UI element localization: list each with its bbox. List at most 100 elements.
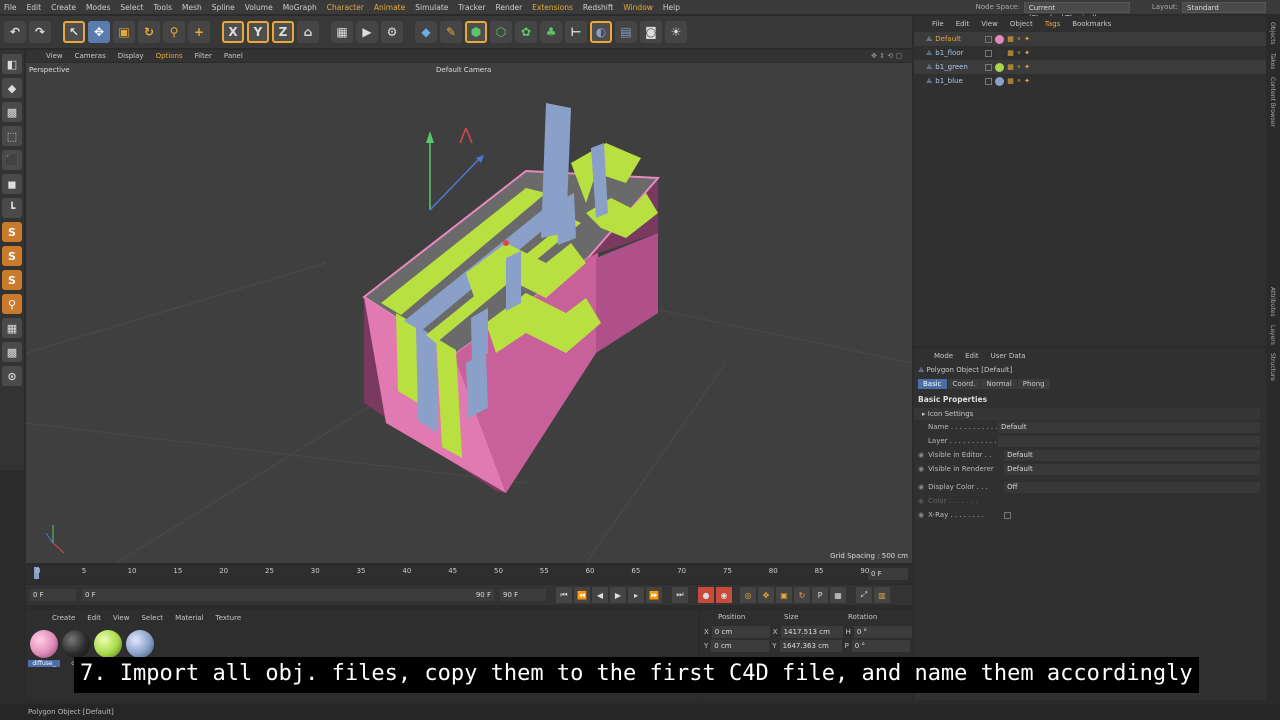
scale-tool-icon[interactable]: ▣ — [113, 21, 135, 43]
viewport-menu-options[interactable]: Options — [156, 52, 183, 60]
name-field[interactable]: Default — [998, 421, 1260, 433]
magnet-icon[interactable]: ⚲ — [2, 294, 22, 314]
obj-menu-view[interactable]: View — [981, 20, 998, 32]
tab-basic[interactable]: Basic — [918, 379, 947, 389]
mat-menu-view[interactable]: View — [113, 614, 130, 626]
object-row[interactable]: ⟁ b1_blue ▦ ⚬ ✦ — [914, 74, 1266, 88]
visibility-check[interactable] — [985, 77, 993, 85]
key-param-icon[interactable]: P — [812, 587, 828, 603]
menu-character[interactable]: Character — [327, 3, 364, 12]
visibility-check[interactable] — [985, 35, 993, 43]
field-icon[interactable]: ◐ — [590, 21, 612, 43]
node-space-dropdown[interactable]: Current (Standard/Physical) — [1023, 1, 1130, 22]
visible-renderer-dropdown[interactable]: Default — [1004, 463, 1260, 475]
menu-modes[interactable]: Modes — [86, 3, 110, 12]
selection-tool-icon[interactable]: ↖ — [63, 21, 85, 43]
key-pla-icon[interactable]: ▦ — [830, 587, 846, 603]
z-axis-button[interactable]: Z — [272, 21, 294, 43]
cube-icon[interactable]: ◆ — [415, 21, 437, 43]
menu-help[interactable]: Help — [663, 3, 680, 12]
menu-tracker[interactable]: Tracker — [458, 3, 485, 12]
object-row[interactable]: ⟁ Default ▦ ⚬ ✦ — [914, 32, 1266, 46]
snap-icon[interactable]: S — [2, 222, 22, 242]
xray-checkbox[interactable] — [1004, 511, 1012, 519]
rotation-p-field[interactable]: 0 ° — [851, 640, 910, 652]
camera-icon[interactable]: ◙ — [640, 21, 662, 43]
interpolation-icon[interactable]: ⤢ — [856, 587, 872, 603]
grid-icon[interactable]: ▦ — [2, 318, 22, 338]
current-frame-field[interactable]: 0 F — [868, 568, 908, 580]
size-x-field[interactable]: 1417.513 cm — [780, 626, 843, 638]
floor-icon[interactable]: ▤ — [615, 21, 637, 43]
deformer-icon[interactable]: ⊢ — [565, 21, 587, 43]
prev-key-icon[interactable]: ⏪ — [574, 587, 590, 603]
menu-select[interactable]: Select — [120, 3, 143, 12]
object-row[interactable]: ⟁ b1_green ▦ ⚬ ✦ — [914, 60, 1266, 74]
lock-icon[interactable]: ▩ — [2, 342, 22, 362]
workplane-icon[interactable]: S — [2, 270, 22, 290]
viewport-nav-icon[interactable]: ✥ ⇕ ⟲ ▢ — [871, 52, 902, 60]
key-position-icon[interactable]: ✥ — [758, 587, 774, 603]
side-tab-objects[interactable]: Objects — [1266, 16, 1278, 45]
frame-range-slider[interactable]: 0 F 90 F — [82, 589, 494, 601]
obj-menu-bookmarks[interactable]: Bookmarks — [1072, 20, 1111, 32]
key-rotation-icon[interactable]: ↻ — [794, 587, 810, 603]
prev-frame-icon[interactable]: ◀ — [592, 587, 608, 603]
size-y-field[interactable]: 1647.363 cm — [779, 640, 842, 652]
material-tag-icon[interactable] — [995, 34, 1005, 44]
object-row[interactable]: ⟁ b1_floor ▦ ⚬ ✦ — [914, 46, 1266, 60]
menu-file[interactable]: File — [4, 3, 17, 12]
menu-spline[interactable]: Spline — [212, 3, 235, 12]
side-tab-content-browser[interactable]: Content Browser — [1266, 69, 1278, 127]
building-model[interactable] — [362, 103, 661, 493]
visibility-check[interactable] — [985, 49, 993, 57]
model-mode-icon[interactable]: ◆ — [2, 78, 22, 98]
key-scale-icon[interactable]: ▣ — [776, 587, 792, 603]
viewport-menu-filter[interactable]: Filter — [195, 52, 212, 60]
menu-render[interactable]: Render — [495, 3, 522, 12]
render-settings-icon[interactable]: ⚙ — [381, 21, 403, 43]
rotation-h-field[interactable]: 0 ° — [853, 626, 912, 638]
play-icon[interactable]: ▶ — [610, 587, 626, 603]
obj-menu-file[interactable]: File — [932, 20, 944, 32]
viewport-menu-cameras[interactable]: Cameras — [75, 52, 106, 60]
coordinate-system-icon[interactable]: ⌂ — [297, 21, 319, 43]
redo-icon[interactable]: ↷ — [29, 21, 51, 43]
side-tab-layers[interactable]: Layers — [1266, 317, 1278, 345]
texture-mode-icon[interactable]: ▩ — [2, 102, 22, 122]
pen-icon[interactable]: ✎ — [440, 21, 462, 43]
add-tool-icon[interactable]: + — [188, 21, 210, 43]
timeline-ruler[interactable]: 0 F 0 5 10 15 20 25 30 35 40 45 50 55 60 65 70 75 80 85 90 — [26, 565, 912, 583]
menu-window[interactable]: Window — [623, 3, 653, 12]
end-frame-field[interactable]: 90 F — [500, 589, 546, 601]
mat-menu-texture[interactable]: Texture — [216, 614, 242, 626]
mat-menu-material[interactable]: Material — [175, 614, 203, 626]
autokey-icon[interactable]: ◉ — [716, 587, 732, 603]
visible-editor-dropdown[interactable]: Default — [1004, 449, 1260, 461]
material-slot[interactable]: diffuse_ — [28, 626, 60, 667]
menu-extensions[interactable]: Extensions — [532, 3, 573, 12]
obj-menu-edit[interactable]: Edit — [956, 20, 970, 32]
side-tab-structure[interactable]: Structure — [1266, 345, 1278, 381]
menu-animate[interactable]: Animate — [374, 3, 405, 12]
attr-menu-userdata[interactable]: User Data — [991, 352, 1026, 364]
scheme-icon[interactable]: ▥ — [874, 587, 890, 603]
axis-mode-icon[interactable]: ┗ — [2, 198, 22, 218]
mat-menu-edit[interactable]: Edit — [87, 614, 101, 626]
layout-dropdown[interactable]: Standard — [1182, 1, 1266, 13]
edges-mode-icon[interactable]: ⬛ — [2, 150, 22, 170]
material-tag-icon[interactable] — [995, 76, 1005, 86]
menu-edit[interactable]: Edit — [27, 3, 42, 12]
recent-tools-icon[interactable]: ⚲ — [163, 21, 185, 43]
material-tag-icon[interactable] — [995, 48, 1005, 58]
light-icon[interactable]: ☀ — [665, 21, 687, 43]
rotate-tool-icon[interactable]: ↻ — [138, 21, 160, 43]
extrude-icon[interactable]: ⬡ — [490, 21, 512, 43]
move-tool-icon[interactable]: ✥ — [88, 21, 110, 43]
undo-icon[interactable]: ↶ — [4, 21, 26, 43]
x-axis-button[interactable]: X — [222, 21, 244, 43]
viewport-menu-view[interactable]: View — [46, 52, 63, 60]
render-region-icon[interactable]: ▦ — [331, 21, 353, 43]
y-axis-button[interactable]: Y — [247, 21, 269, 43]
attr-menu-mode[interactable]: Mode — [934, 352, 953, 364]
